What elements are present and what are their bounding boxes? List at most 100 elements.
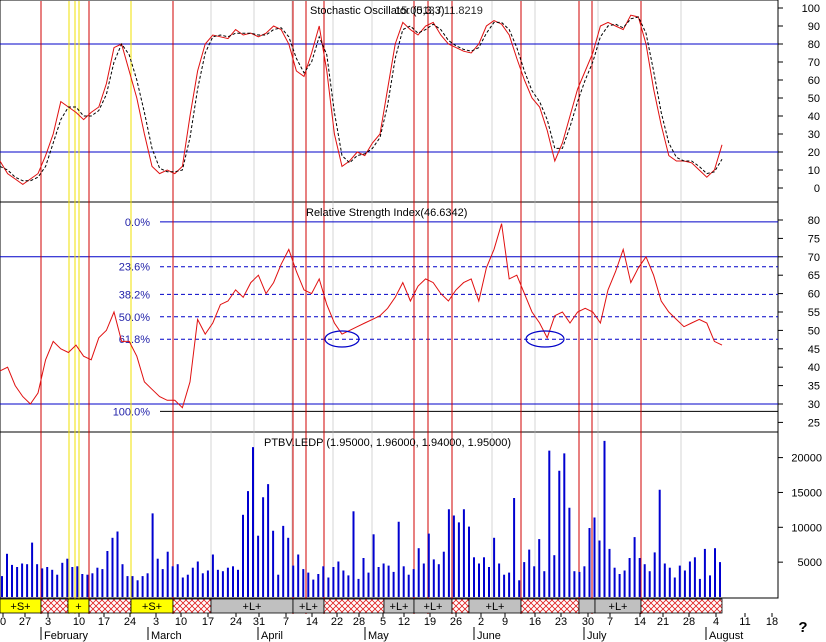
x-tick-label: 11 (739, 616, 750, 628)
volume-title: PTBV.LEDP (1.95000, 1.96000, 1.94000, 1.… (264, 437, 511, 449)
fibonacci-level-label: 50.0% (119, 312, 150, 324)
stochastic-tick-label: 30 (808, 129, 820, 141)
signal-segment-label: +L+ (299, 601, 318, 613)
signal-segment (323, 598, 385, 614)
rsi-tick-label: 40 (808, 362, 820, 374)
rsi-tick-label: 25 (808, 417, 820, 429)
signal-segment-label: +L+ (424, 601, 443, 613)
x-tick-label: 12 (398, 616, 410, 628)
x-tick-label: 14 (306, 616, 318, 628)
signal-segment (88, 598, 132, 614)
rsi-tick-label: 60 (808, 289, 820, 301)
x-tick-label: 14 (634, 616, 646, 628)
rsi-tick-label: 65 (808, 270, 820, 282)
x-tick-label: 10 (73, 616, 85, 628)
x-tick-label: 30 (582, 616, 594, 628)
event-lines (40, 1, 642, 614)
chart-window: 0.0%23.6%38.2%50.0%61.8%100.0% 010203040… (0, 0, 826, 642)
stochastic-k-line (0, 14, 723, 186)
x-tick-label: 7 (607, 616, 613, 628)
rsi-panel (0, 201, 779, 433)
x-axis: 0 27 3 10 17 24 3 10 17 24 31 7 14 22 28 5 12 19 26 2 9 16 23 3… (0, 613, 778, 642)
rsi-line (0, 223, 723, 409)
x-tick-label: 3 (45, 616, 51, 628)
x-tick-label: 24 (124, 616, 136, 628)
signal-segment-label: +L+ (609, 601, 628, 613)
volume-bars (1, 440, 721, 597)
x-tick-label: 28 (353, 616, 365, 628)
x-tick-label: 5 (380, 616, 386, 628)
stochastic-tick-label: 100 (802, 3, 820, 15)
stochastic-tick-label: 80 (808, 39, 820, 51)
x-tick-label: 31 (253, 616, 265, 628)
rsi-tick-label: 55 (808, 307, 820, 319)
signal-segment (640, 598, 723, 614)
x-tick-label: 7 (283, 616, 289, 628)
month-label: June (477, 630, 501, 642)
rsi-tick-label: 75 (808, 233, 820, 245)
x-tick-label: 22 (331, 616, 343, 628)
x-tick-label: 16 (529, 616, 541, 628)
x-tick-label: 18 (766, 616, 778, 628)
x-tick-label: 17 (202, 616, 214, 628)
stochastic-d-line (0, 16, 723, 182)
x-tick-label: 3 (153, 616, 159, 628)
chart-canvas: 0.0%23.6%38.2%50.0%61.8%100.0% 010203040… (0, 0, 822, 642)
fibonacci-level-label: 0.0% (125, 217, 150, 229)
signal-segment-label: +S+ (142, 601, 162, 613)
fibonacci-level-label: 38.2% (119, 289, 150, 301)
stochastic-tick-label: 40 (808, 111, 820, 123)
help-icon[interactable]: ? (796, 619, 810, 637)
rsi-tick-label: 50 (808, 325, 820, 337)
month-label: April (261, 630, 283, 642)
fibonacci-level-label: 23.6% (119, 262, 150, 274)
month-label: August (709, 630, 743, 642)
signal-segment (172, 598, 212, 614)
signal-segment (40, 598, 69, 614)
stochastic-panel (0, 0, 779, 203)
reference-lines: 0.0%23.6%38.2%50.0%61.8%100.0% (0, 43, 778, 418)
volume-tick-label: 15000 (791, 487, 822, 499)
stochastic-tick-label: 10 (808, 165, 820, 177)
volume-tick-label: 10000 (791, 522, 822, 534)
stochastic-tick-label: 60 (808, 75, 820, 87)
signal-segment-label: + (75, 601, 81, 613)
signal-segment-label: +L+ (390, 601, 409, 613)
signal-segment (451, 598, 470, 614)
x-tick-label: 17 (98, 616, 110, 628)
x-tick-label: 2 (478, 616, 484, 628)
x-tick-label: 0 (0, 616, 6, 628)
month-label: May (368, 630, 389, 642)
stochastic-tick-label: 70 (808, 57, 820, 69)
stochastic-title-values: 15.0013 / 11.8219 (395, 5, 483, 17)
stochastic-tick-label: 90 (808, 21, 820, 33)
x-tick-label: 9 (502, 616, 508, 628)
rsi-title: Relative Strength Index(46.6342) (306, 207, 467, 219)
signal-segment (520, 598, 580, 614)
volume-tick-label: 5000 (798, 557, 822, 569)
month-label: February (44, 630, 89, 642)
month-label: July (587, 630, 607, 642)
x-tick-label: 21 (657, 616, 669, 628)
x-tick-label: 19 (424, 616, 436, 628)
rsi-tick-label: 30 (808, 399, 820, 411)
volume-tick-label: 20000 (791, 453, 822, 465)
axis-ticks: 0 10 20 30 40 50 60 70 80 90 100 25 30 35 40 45 50 55 60 65… (778, 3, 822, 569)
month-label: March (151, 630, 182, 642)
x-tick-label: 23 (555, 616, 567, 628)
fibonacci-level-label: 61.8% (119, 334, 150, 346)
signal-strip: +S+ + +S+ +L+ +L+ +L+ +L+ +L+ +L+ (0, 598, 723, 614)
rsi-tick-label: 35 (808, 381, 820, 393)
stochastic-tick-label: 50 (808, 93, 820, 105)
x-tick-label: 28 (683, 616, 695, 628)
signal-segment-label: +S+ (10, 601, 30, 613)
rsi-tick-label: 70 (808, 252, 820, 264)
signal-segment-label: +L+ (243, 601, 262, 613)
rsi-tick-label: 45 (808, 344, 820, 356)
x-tick-label: 4 (713, 616, 719, 628)
x-tick-label: 10 (175, 616, 187, 628)
rsi-tick-label: 80 (808, 215, 820, 227)
stochastic-tick-label: 20 (808, 147, 820, 159)
x-tick-label: 27 (19, 616, 31, 628)
x-tick-label: 26 (450, 616, 462, 628)
